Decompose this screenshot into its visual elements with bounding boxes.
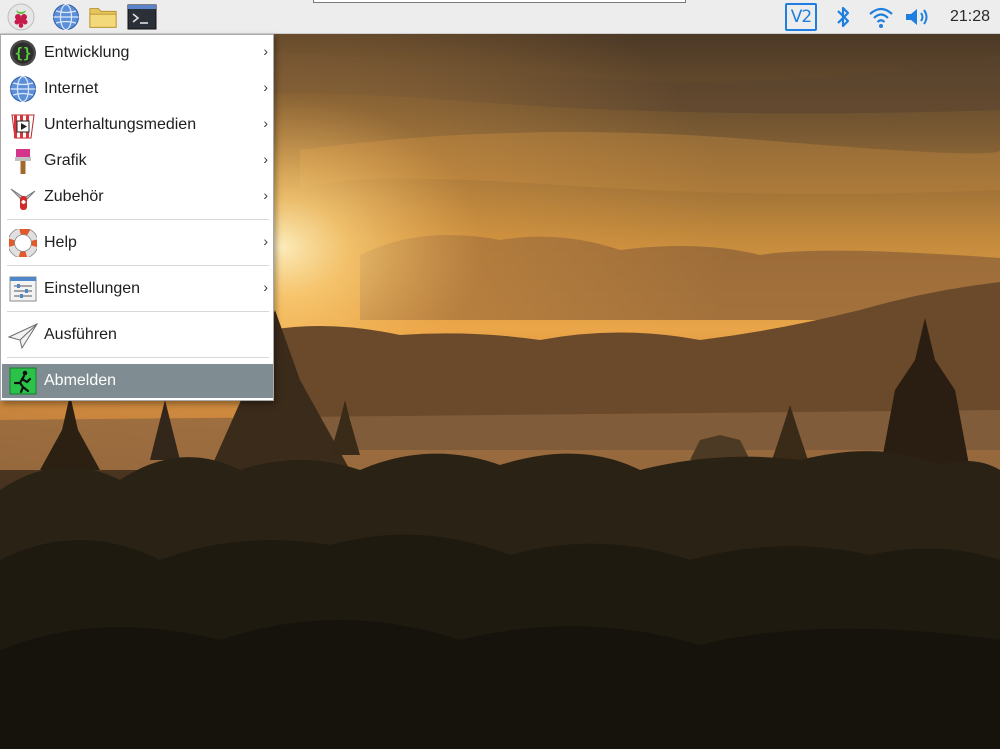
vnc-icon[interactable]: V2 [785,3,817,31]
programming-icon: {} [8,38,38,68]
menu-separator [7,311,269,312]
web-browser-icon[interactable] [51,2,81,32]
taskbar-window-button[interactable] [313,0,686,3]
menu-item-ausfuehren[interactable]: Ausführen [2,318,273,352]
menu-item-label: Help [44,234,77,251]
internet-globe-icon [8,74,38,104]
menu-separator [7,265,269,266]
menu-item-label: Grafik [44,152,87,169]
submenu-arrow-icon: › [263,151,268,167]
menu-item-help[interactable]: Help › [2,226,273,260]
menu-item-unterhaltungsmedien[interactable]: Unterhaltungsmedien › [2,108,273,142]
submenu-arrow-icon: › [263,115,268,131]
menu-item-label: Unterhaltungsmedien [44,116,197,133]
accessories-knife-icon [8,182,38,212]
menu-separator [7,219,269,220]
menu-item-label: Ausführen [44,326,117,343]
logout-runner-icon [8,366,38,396]
wifi-icon[interactable] [866,3,896,31]
menu-item-abmelden[interactable]: Abmelden [2,364,273,398]
submenu-arrow-icon: › [263,233,268,249]
menu-item-label: Zubehör [44,188,104,205]
clock[interactable]: 21:28 [942,8,998,26]
file-manager-icon[interactable] [88,2,118,32]
help-lifebuoy-icon [8,228,38,258]
top-panel: V2 21:28 [0,0,1000,34]
terminal-icon[interactable] [127,2,157,32]
menu-item-grafik[interactable]: Grafik › [2,144,273,178]
volume-icon[interactable] [903,3,933,31]
menu-item-einstellungen[interactable]: Einstellungen › [2,272,273,306]
vnc-label: V2 [790,7,812,27]
graphics-brush-icon [8,146,38,176]
menu-item-label: Abmelden [44,372,117,389]
application-menu: {} Entwicklung › Internet › Unterhaltung… [0,34,274,401]
menu-item-label: Einstellungen [44,280,141,297]
bluetooth-icon[interactable] [832,3,854,31]
menu-item-label: Internet [44,80,99,97]
multimedia-popcorn-icon [8,110,38,140]
menu-separator [7,357,269,358]
submenu-arrow-icon: › [263,279,268,295]
raspberry-menu-icon[interactable] [6,2,36,32]
submenu-arrow-icon: › [263,187,268,203]
preferences-icon [8,274,38,304]
menu-item-zubehoer[interactable]: Zubehör › [2,180,273,214]
menu-item-entwicklung[interactable]: {} Entwicklung › [2,36,273,70]
submenu-arrow-icon: › [263,43,268,59]
menu-item-label: Entwicklung [44,44,130,61]
run-paperplane-icon [8,320,38,350]
svg-text:{}: {} [15,46,32,62]
menu-item-internet[interactable]: Internet › [2,72,273,106]
submenu-arrow-icon: › [263,79,268,95]
